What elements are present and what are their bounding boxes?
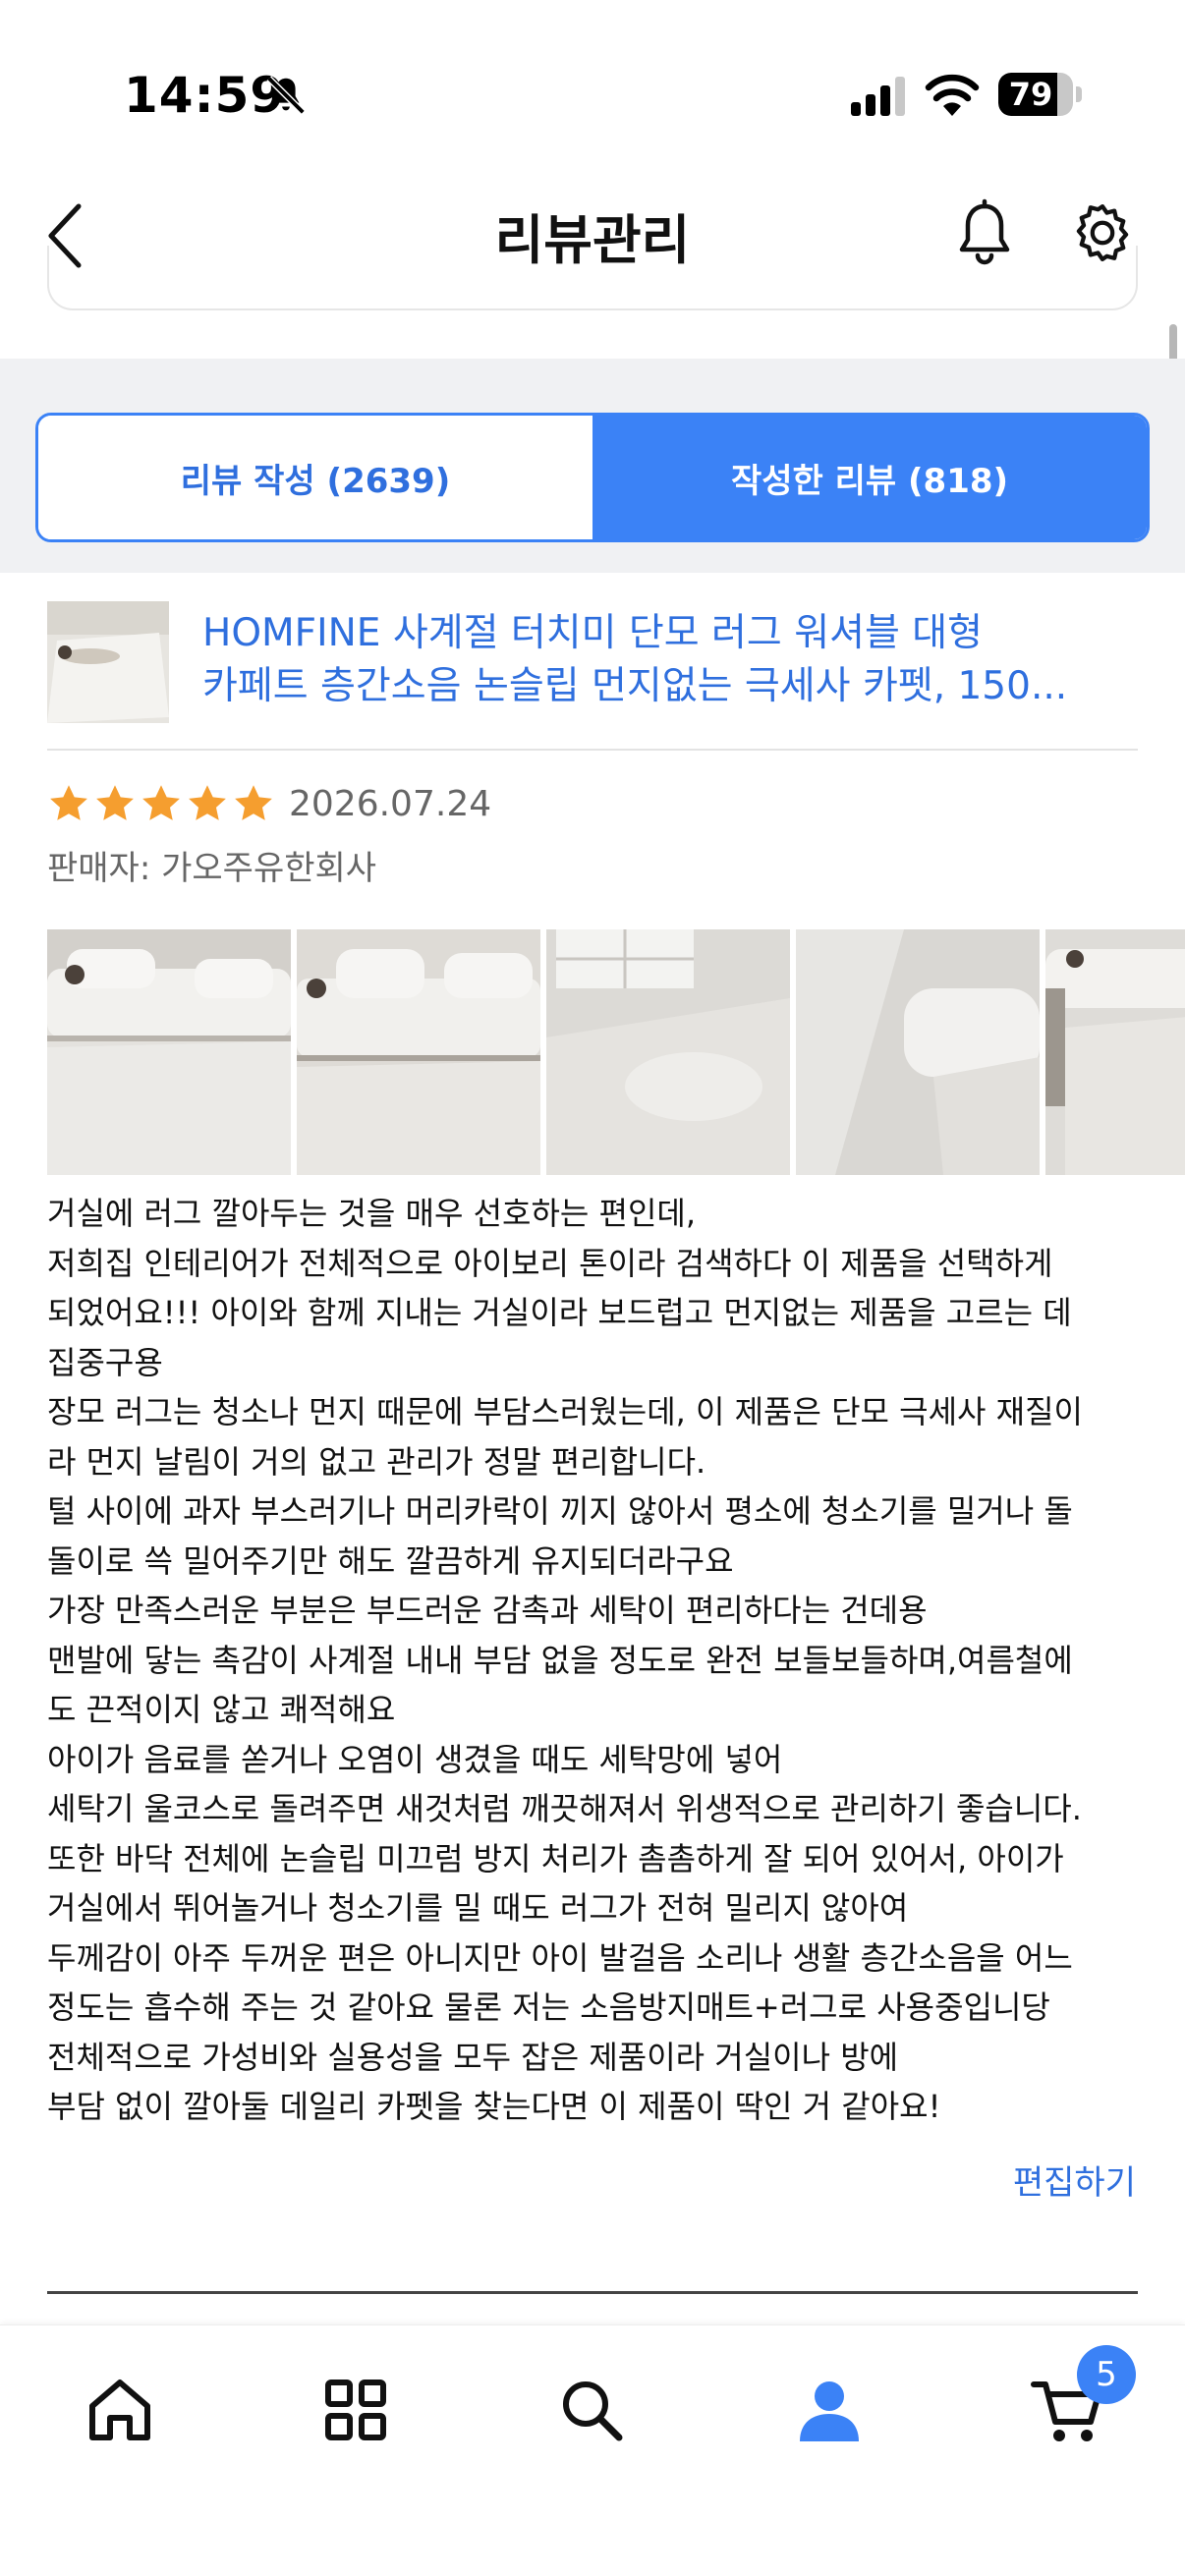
review-text-line: 거실에 러그 깔아두는 것을 매우 선호하는 편인데, <box>47 1195 697 1232</box>
battery-percent: 79 <box>1008 76 1053 113</box>
edit-review-button[interactable]: 편집하기 <box>1013 2156 1136 2204</box>
star-icon <box>235 785 272 820</box>
product-title[interactable]: HOMFINE 사계절 터치미 단모 러그 워셔블 대형 카페트 층간소음 논슬… <box>202 607 1136 713</box>
seller-info: 판매자: 가오주유한회사 <box>47 841 376 889</box>
review-photo[interactable] <box>796 929 1040 1175</box>
status-time: 14:59 <box>124 67 286 124</box>
tab-write-review[interactable]: 리뷰 작성 (2639) <box>38 416 592 539</box>
review-text-line: 도 끈적이지 않고 쾌적해요 <box>47 1691 396 1728</box>
review-text-line: 두께감이 아주 두꺼운 편은 아니지만 아이 발걸음 소리나 생활 층간소음을 … <box>47 1938 1073 1977</box>
star-icon <box>142 785 180 820</box>
battery-icon: 79 <box>998 73 1082 116</box>
review-text-line: 맨발에 닿는 촉감이 사계절 내내 부담 없을 정도로 완전 보들보들하며,여름… <box>47 1641 1073 1679</box>
bottom-navigation: 5 <box>0 2324 1185 2576</box>
review-text-line: 라 먼지 날림이 거의 없고 관리가 정말 편리합니다. <box>47 1442 706 1481</box>
seller-label: 판매자: <box>47 849 151 888</box>
review-text-line: 되었어요!!! 아이와 함께 지내는 거실이라 보드럽고 먼지없는 제품을 고르… <box>47 1294 1072 1331</box>
review-photo[interactable] <box>47 929 291 1175</box>
seller-name: 가오주유한회사 <box>161 849 377 888</box>
review-text-line: 저희집 인테리어가 전체적으로 아이보리 톤이라 검색하다 이 제품을 선택하게 <box>47 1244 1053 1282</box>
review-text-line: 세탁기 울코스로 돌려주면 새것처럼 깨끗해져서 위생적으로 관리하기 좋습니다… <box>47 1790 1082 1827</box>
review-photo[interactable] <box>297 929 540 1175</box>
tab-written-reviews[interactable]: 작성한 리뷰 (818) <box>592 416 1147 539</box>
cellular-signal-icon <box>851 77 905 116</box>
review-text-line: 또한 바닥 전체에 논슬립 미끄럼 방지 처리가 촘촘하게 잘 되어 있어서, … <box>47 1839 1064 1877</box>
review-text-line: 돌이로 쓱 밀어주기만 해도 깔끔하게 유지되더라구요 <box>47 1541 734 1580</box>
star-icon <box>189 785 226 820</box>
review-photo[interactable] <box>1045 929 1185 1175</box>
divider <box>47 2291 1138 2294</box>
review-text-line: 장모 러그는 청소나 먼지 때문에 부담스러웠는데, 이 제품은 단모 극세사 … <box>47 1393 1083 1430</box>
cart-count-badge: 5 <box>1077 2345 1136 2404</box>
my-page-icon[interactable] <box>790 2371 869 2449</box>
star-icon <box>50 785 87 820</box>
review-body: 거실에 러그 깔아두는 것을 매우 선호하는 편인데, 저희집 인테리어가 전체적… <box>47 1189 1157 2132</box>
review-photos <box>47 929 1185 1175</box>
categories-icon[interactable] <box>316 2371 395 2449</box>
review-tabs: 리뷰 작성 (2639) 작성한 리뷰 (818) <box>35 413 1150 542</box>
search-icon[interactable] <box>552 2371 631 2449</box>
review-text-line: 가장 만족스러운 부분은 부드러운 감촉과 세탁이 편리하다는 건데용 <box>47 1592 928 1629</box>
review-text-line: 거실에서 뛰어놀거나 청소기를 밀 때도 러그가 전혀 밀리지 않아여 <box>47 1889 909 1927</box>
review-text-line: 털 사이에 과자 부스러기나 머리카락이 끼지 않아서 평소에 청소기를 밀거나… <box>47 1492 1073 1530</box>
review-text-line: 전체적으로 가성비와 실용성을 모두 잡은 제품이라 거실이나 방에 <box>47 2038 899 2076</box>
bell-slash-icon <box>266 76 306 115</box>
review-text-line: 아이가 음료를 쏟거나 오염이 생겼을 때도 세탁망에 넣어 <box>47 1740 783 1778</box>
wifi-icon <box>925 74 980 116</box>
product-title-line: 카페트 층간소음 논슬립 먼지없는 극세사 카펫, 150... <box>202 664 1068 708</box>
review-photo[interactable] <box>546 929 790 1175</box>
review-text-line: 부담 없이 깔아둘 데일리 카펫을 찾는다면 이 제품이 딱인 거 같아요! <box>47 2088 941 2125</box>
status-bar: 14:59 79 <box>0 0 1185 167</box>
previous-card-edge <box>47 246 1138 310</box>
product-thumbnail[interactable] <box>47 601 169 723</box>
review-text-line: 정도는 흡수해 주는 것 같아요 물론 저는 소음방지매트+러그로 사용중입니당 <box>47 1988 1050 2026</box>
home-icon[interactable] <box>81 2371 159 2449</box>
review-text-line: 집중구용 <box>47 1343 163 1381</box>
review-date: 2026.07.24 <box>289 784 492 824</box>
product-title-line: HOMFINE 사계절 터치미 단모 러그 워셔블 대형 <box>202 611 984 655</box>
star-rating <box>47 782 275 829</box>
star-icon <box>96 785 134 820</box>
divider <box>47 749 1138 751</box>
